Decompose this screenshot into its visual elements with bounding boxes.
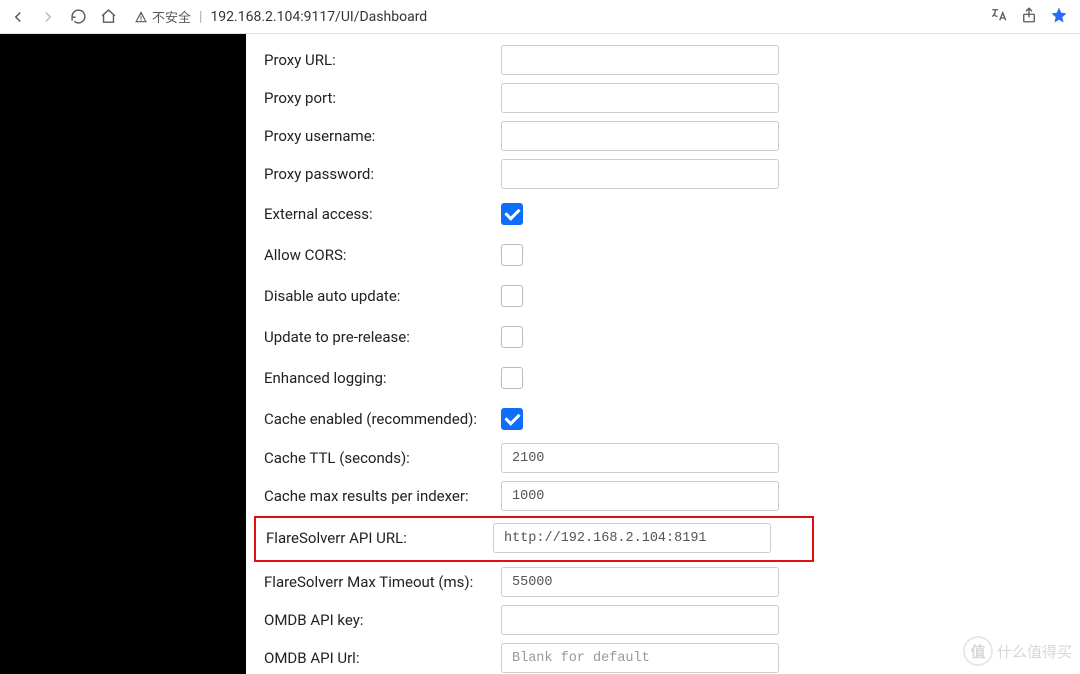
enhanced-logging-label: Enhanced logging: <box>264 369 501 387</box>
bookmark-star-icon[interactable] <box>1050 6 1068 28</box>
cache-enabled-checkbox[interactable] <box>501 408 523 430</box>
allow-cors-label: Allow CORS: <box>264 246 501 264</box>
proxy-url-label: Proxy URL: <box>264 51 501 69</box>
back-button[interactable] <box>8 7 28 27</box>
proxy-password-label: Proxy password: <box>264 165 501 183</box>
proxy-url-input[interactable] <box>501 45 779 75</box>
flaresolverr-highlight: FlareSolverr API URL: <box>254 516 814 562</box>
home-button[interactable] <box>98 7 118 27</box>
omdb-key-input[interactable] <box>501 605 779 635</box>
external-access-checkbox[interactable] <box>501 203 523 225</box>
flaresolverr-url-input[interactable] <box>493 523 771 553</box>
proxy-port-input[interactable] <box>501 83 779 113</box>
cache-max-results-label: Cache max results per indexer: <box>264 487 501 505</box>
allow-cors-checkbox[interactable] <box>501 244 523 266</box>
not-secure-label: 不安全 <box>152 7 191 26</box>
external-access-label: External access: <box>264 205 501 223</box>
not-secure-indicator[interactable]: 不安全 <box>134 7 191 26</box>
translate-icon[interactable] <box>990 6 1008 28</box>
flaresolverr-timeout-label: FlareSolverr Max Timeout (ms): <box>264 573 501 591</box>
cache-enabled-label: Cache enabled (recommended): <box>264 410 501 428</box>
disable-auto-update-label: Disable auto update: <box>264 287 501 305</box>
flaresolverr-timeout-input[interactable] <box>501 567 779 597</box>
update-prerelease-checkbox[interactable] <box>501 326 523 348</box>
reload-button[interactable] <box>68 7 88 27</box>
proxy-username-input[interactable] <box>501 121 779 151</box>
proxy-password-input[interactable] <box>501 159 779 189</box>
address-bar-url[interactable]: 192.168.2.104:9117/UI/Dashboard <box>210 9 427 25</box>
cache-ttl-label: Cache TTL (seconds): <box>264 449 501 467</box>
cache-max-results-input[interactable] <box>501 481 779 511</box>
forward-button[interactable] <box>38 7 58 27</box>
proxy-username-label: Proxy username: <box>264 127 501 145</box>
browser-toolbar: 不安全 | 192.168.2.104:9117/UI/Dashboard <box>0 0 1080 34</box>
cache-ttl-input[interactable] <box>501 443 779 473</box>
enhanced-logging-checkbox[interactable] <box>501 367 523 389</box>
update-prerelease-label: Update to pre-release: <box>264 328 501 346</box>
proxy-port-label: Proxy port: <box>264 89 501 107</box>
omdb-url-label: OMDB API Url: <box>264 649 501 667</box>
omdb-key-label: OMDB API key: <box>264 611 501 629</box>
flaresolverr-url-label: FlareSolverr API URL: <box>266 529 493 547</box>
share-icon[interactable] <box>1020 6 1038 28</box>
omdb-url-input[interactable] <box>501 643 779 673</box>
main-content: Proxy URL: Proxy port: Proxy username: P… <box>246 34 1080 674</box>
sidebar <box>0 34 246 674</box>
disable-auto-update-checkbox[interactable] <box>501 285 523 307</box>
